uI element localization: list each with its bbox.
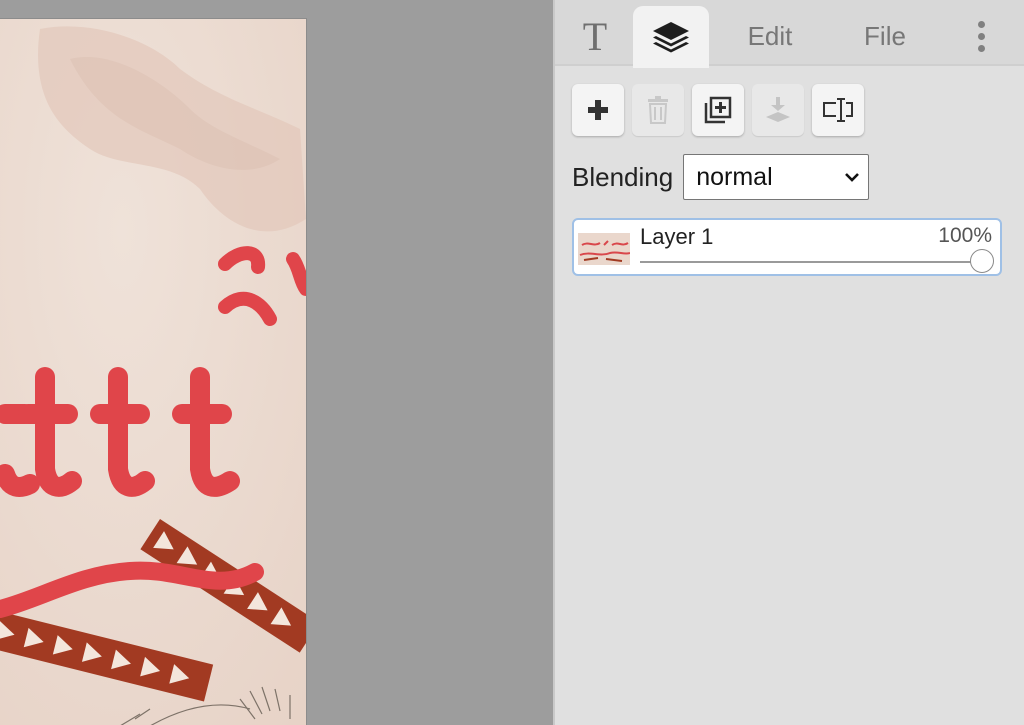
blending-select[interactable]: normal (683, 154, 870, 200)
blending-row: Blending normal (572, 154, 870, 200)
layer-name: Layer 1 (640, 224, 714, 249)
side-panel: T Edit File Blending normal Layer 1 100% (553, 0, 1024, 725)
duplicate-layer-button[interactable] (692, 84, 744, 136)
tab-edit[interactable]: Edit (733, 6, 807, 66)
tab-file-label: File (864, 20, 906, 51)
more-dot (977, 32, 985, 40)
add-layer-button[interactable] (572, 84, 624, 136)
chevron-down-icon (845, 173, 860, 182)
layer-list-item[interactable]: Layer 1 100% (572, 218, 1002, 276)
opacity-slider-handle[interactable] (970, 249, 994, 273)
more-dot (977, 44, 985, 52)
layer-thumbnail-image (578, 233, 630, 265)
panel-tab-bar: T Edit File (555, 0, 1024, 68)
artwork (0, 19, 306, 725)
document-canvas[interactable] (0, 18, 307, 725)
tab-text[interactable]: T (567, 6, 623, 66)
blending-label: Blending (572, 161, 674, 192)
layers-icon (653, 22, 689, 53)
merge-down-icon (766, 97, 790, 122)
tab-layers[interactable] (633, 6, 709, 68)
merge-down-button[interactable] (752, 84, 804, 136)
rename-layer-button[interactable] (812, 84, 864, 136)
layer-thumbnail (578, 233, 630, 265)
rename-layer-icon (823, 98, 853, 122)
canvas-workspace[interactable] (0, 0, 553, 725)
text-icon: T (582, 13, 608, 59)
more-menu-button[interactable] (963, 6, 999, 66)
trash-icon (648, 96, 668, 124)
layer-opacity-value: 100% (938, 224, 992, 247)
delete-layer-button[interactable] (632, 84, 684, 136)
opacity-slider-fill (640, 261, 982, 263)
tab-edit-label: Edit (747, 20, 793, 51)
tab-file[interactable]: File (851, 6, 919, 66)
opacity-slider-track[interactable] (640, 249, 994, 273)
duplicate-layer-icon (704, 96, 732, 124)
more-vertical-icon (977, 20, 985, 28)
plus-icon (588, 100, 608, 120)
blending-value: normal (696, 162, 773, 191)
